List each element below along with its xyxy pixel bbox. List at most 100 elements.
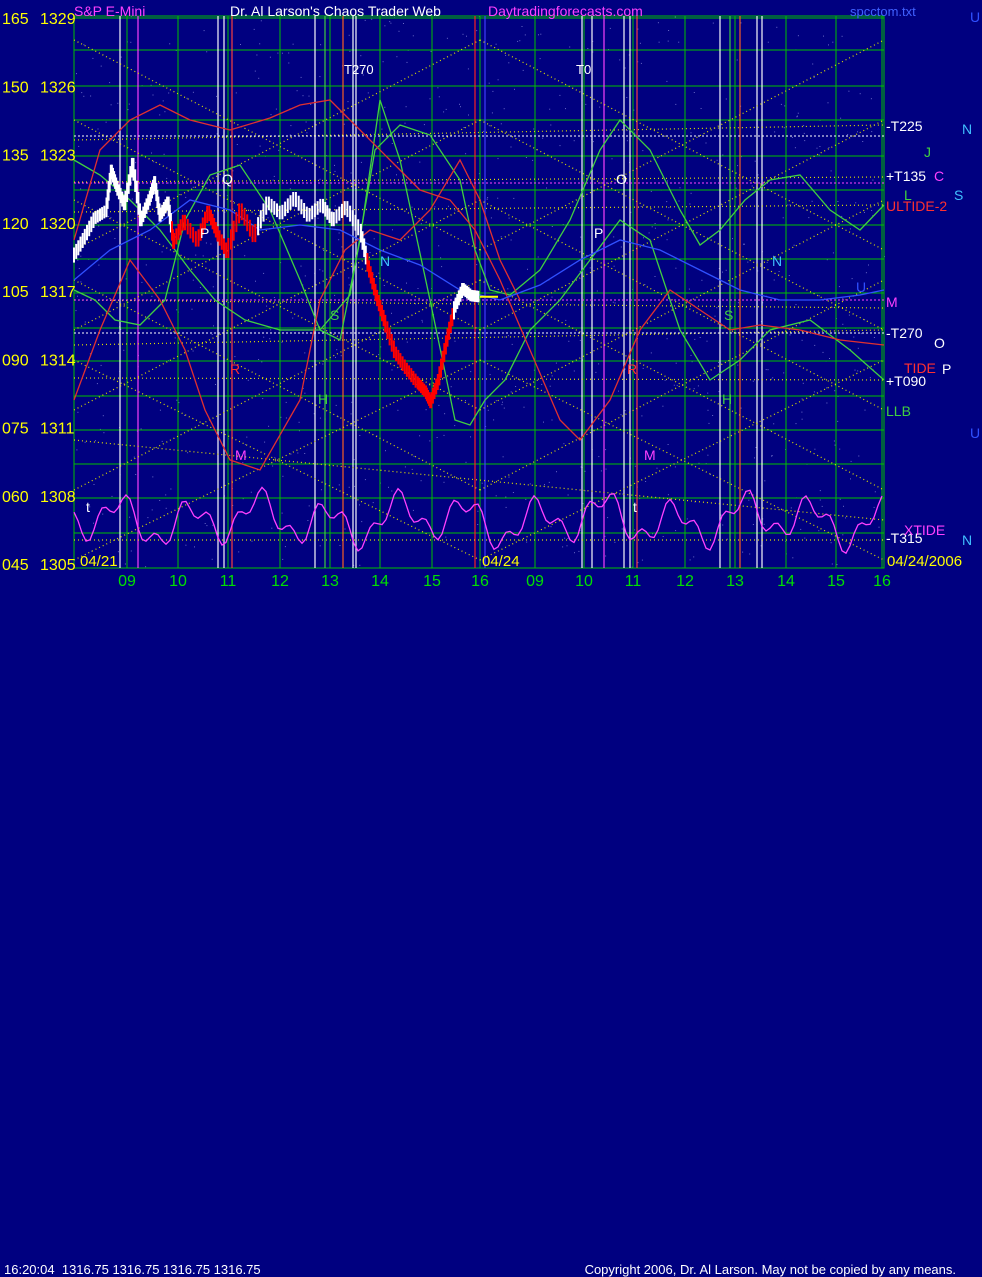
star-dot xyxy=(145,264,147,266)
star-dot xyxy=(192,279,194,281)
star-dot xyxy=(643,237,644,239)
star-dot xyxy=(508,217,510,219)
star-dot xyxy=(151,509,153,511)
star-dot xyxy=(492,90,494,92)
star-dot xyxy=(262,398,264,400)
star-dot xyxy=(667,40,669,42)
star-dot xyxy=(503,407,505,409)
right-label: LLB xyxy=(886,403,911,419)
star-dot xyxy=(185,544,187,546)
star-dot xyxy=(690,192,692,194)
star-dot xyxy=(384,25,386,27)
site-label[interactable]: Daytradingforecasts.com xyxy=(488,3,643,19)
star-dot xyxy=(735,187,737,189)
cycle-letter: P xyxy=(594,225,603,241)
marker-t270: T270 xyxy=(344,62,374,77)
star-dot xyxy=(784,105,786,107)
star-dot xyxy=(322,270,324,272)
star-dot xyxy=(285,401,287,403)
copyright-text: Copyright 2006, Dr. Al Larson. May not b… xyxy=(584,1262,956,1277)
cycle-letter: H xyxy=(318,391,328,407)
star-dot xyxy=(801,411,803,413)
star-dot xyxy=(850,460,852,462)
star-dot xyxy=(460,106,461,108)
star-dot xyxy=(412,509,414,511)
star-dot xyxy=(737,302,739,304)
star-dot xyxy=(445,536,447,538)
star-dot xyxy=(463,127,465,128)
star-dot xyxy=(178,194,180,196)
star-dot xyxy=(470,436,471,438)
star-dot xyxy=(827,102,829,104)
star-dot xyxy=(300,76,302,78)
star-dot xyxy=(651,226,653,228)
star-dot xyxy=(425,409,427,411)
right-label: P xyxy=(942,361,951,377)
star-dot xyxy=(347,101,349,103)
star-dot xyxy=(389,21,391,23)
star-dot xyxy=(459,103,460,105)
star-dot xyxy=(420,223,422,225)
star-dot xyxy=(521,26,523,27)
star-dot xyxy=(205,242,207,244)
star-dot xyxy=(725,98,727,100)
star-dot xyxy=(532,159,534,161)
star-dot xyxy=(848,90,850,92)
star-dot xyxy=(272,465,274,467)
star-dot xyxy=(348,284,350,286)
star-dot xyxy=(612,301,614,303)
star-dot xyxy=(367,92,369,94)
star-dot xyxy=(280,416,282,418)
star-dot xyxy=(383,285,385,286)
star-dot xyxy=(634,465,636,467)
star-dot xyxy=(795,304,797,306)
star-dot xyxy=(269,56,271,58)
star-dot xyxy=(319,417,321,419)
star-dot xyxy=(296,90,298,92)
cycle-letter: N xyxy=(772,253,782,269)
star-dot xyxy=(505,54,507,56)
star-dot xyxy=(801,339,803,341)
star-dot xyxy=(573,140,575,142)
star-dot xyxy=(790,507,792,509)
star-dot xyxy=(244,444,246,446)
star-dot xyxy=(828,147,830,149)
star-dot xyxy=(626,140,628,142)
star-dot xyxy=(722,271,723,273)
star-dot xyxy=(159,409,161,411)
star-dot xyxy=(507,335,509,337)
star-dot xyxy=(391,312,392,314)
star-dot xyxy=(161,251,163,253)
star-dot xyxy=(675,530,677,532)
star-dot xyxy=(808,217,810,219)
star-dot xyxy=(694,338,696,340)
star-dot xyxy=(448,205,449,207)
star-dot xyxy=(841,215,843,217)
star-dot xyxy=(574,552,575,554)
star-dot xyxy=(563,291,565,293)
star-dot xyxy=(351,401,353,403)
star-dot xyxy=(407,261,408,262)
star-dot xyxy=(851,278,853,280)
star-dot xyxy=(102,513,104,515)
star-dot xyxy=(476,30,478,32)
star-dot xyxy=(511,343,513,345)
star-dot xyxy=(495,400,497,402)
file-label: spcctom.txt xyxy=(850,4,916,19)
right-label: O xyxy=(934,335,945,351)
star-dot xyxy=(84,321,86,323)
star-dot xyxy=(515,386,517,387)
star-dot xyxy=(657,22,659,24)
star-dot xyxy=(878,526,880,528)
star-dot xyxy=(204,523,206,524)
star-dot xyxy=(152,94,154,96)
star-dot xyxy=(100,364,102,366)
star-dot xyxy=(578,550,580,552)
star-dot xyxy=(233,201,234,202)
right-label: +T135 xyxy=(886,168,926,184)
star-dot xyxy=(489,374,491,376)
x-tick-label: 09 xyxy=(118,573,136,590)
star-dot xyxy=(811,200,813,202)
star-dot xyxy=(476,264,478,266)
x-tick-label: 14 xyxy=(777,573,795,590)
